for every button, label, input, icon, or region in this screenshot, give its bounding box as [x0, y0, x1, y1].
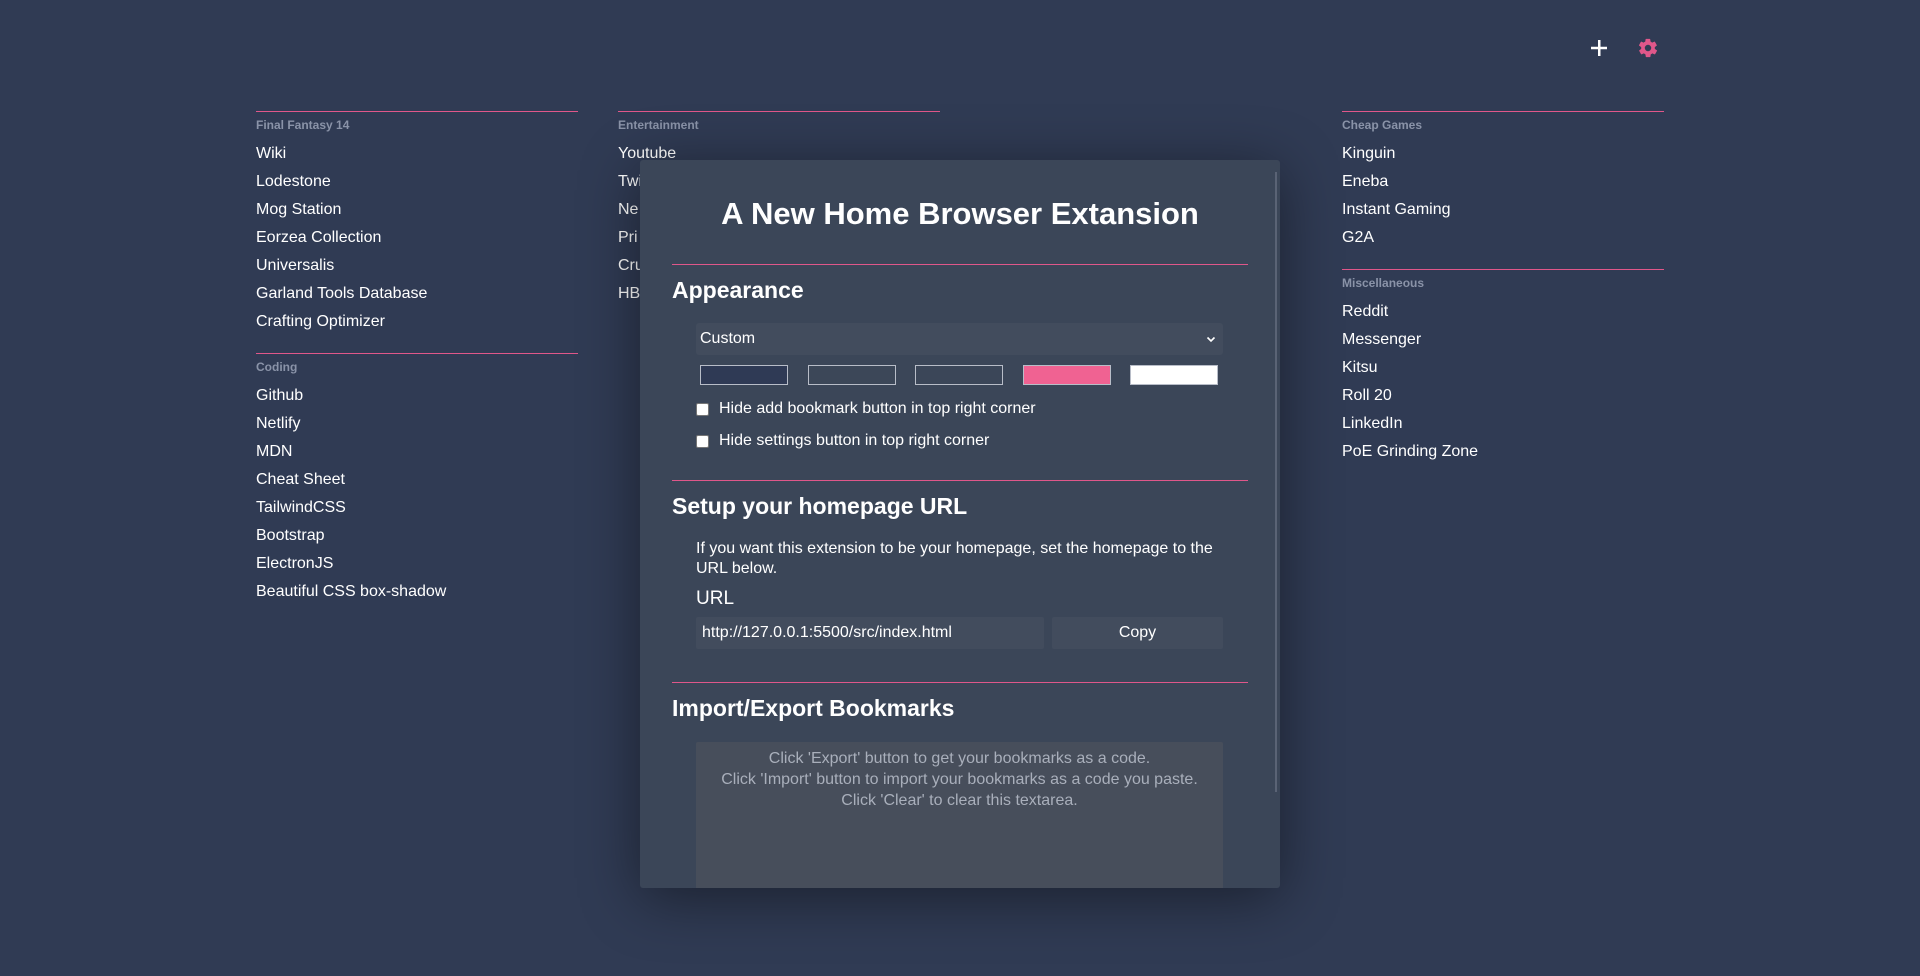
homepage-heading: Setup your homepage URL [672, 493, 968, 519]
bookmark-link[interactable]: Instant Gaming [1342, 196, 1664, 224]
appearance-heading: Appearance [672, 277, 804, 303]
theme-select[interactable]: Custom [696, 323, 1223, 355]
bookmark-link[interactable]: MDN [256, 438, 578, 466]
group-title: Entertainment [618, 118, 699, 132]
bookmarks-code-textarea[interactable]: Click 'Export' button to get your bookma… [696, 742, 1223, 888]
bookmark-link[interactable]: Kinguin [1342, 140, 1664, 168]
modal-scrollbar[interactable] [1275, 172, 1277, 792]
theme-select-value: Custom [700, 330, 756, 347]
bookmark-group: Final Fantasy 14 Wiki Lodestone Mog Stat… [256, 111, 578, 336]
bookmark-link[interactable]: Roll 20 [1342, 382, 1664, 410]
bookmark-link[interactable]: Lodestone [256, 168, 578, 196]
gear-icon [1638, 38, 1658, 58]
bookmark-link[interactable]: Netlify [256, 410, 578, 438]
hide-add-label: Hide add bookmark button in top right co… [719, 400, 1036, 417]
url-label: URL [696, 588, 735, 609]
bookmark-link[interactable]: Mog Station [256, 196, 578, 224]
chevron-down-icon [1206, 336, 1216, 343]
import-export-section: Import/Export Bookmarks Click 'Export' b… [672, 682, 1248, 888]
plus-icon [1591, 40, 1607, 56]
color-swatches [696, 365, 1223, 385]
bookmark-group: Cheap Games Kinguin Eneba Instant Gaming… [1342, 111, 1664, 252]
color-swatch-panel[interactable] [915, 365, 1003, 385]
bookmark-column-right: Cheap Games Kinguin Eneba Instant Gaming… [1342, 111, 1664, 483]
bookmark-group: Coding Github Netlify MDN Cheat Sheet Ta… [256, 353, 578, 606]
bookmark-link[interactable]: Bootstrap [256, 522, 578, 550]
bookmark-link[interactable]: Kitsu [1342, 354, 1664, 382]
group-title: Cheap Games [1342, 118, 1423, 132]
bookmark-link[interactable]: Eorzea Collection [256, 224, 578, 252]
bookmark-link[interactable]: Github [256, 382, 578, 410]
group-title: Final Fantasy 14 [256, 118, 350, 132]
import-export-heading: Import/Export Bookmarks [672, 695, 955, 721]
hide-settings-checkbox[interactable] [696, 434, 709, 448]
color-swatch-background[interactable] [700, 365, 788, 385]
settings-button[interactable] [1634, 34, 1662, 62]
hide-add-checkbox[interactable] [696, 402, 709, 416]
color-swatch-text[interactable] [1130, 365, 1218, 385]
bookmark-link[interactable]: PoE Grinding Zone [1342, 438, 1664, 466]
bookmark-link[interactable]: Messenger [1342, 326, 1664, 354]
hide-settings-option: Hide settings button in top right corner [696, 427, 1223, 455]
bookmark-column-left: Final Fantasy 14 Wiki Lodestone Mog Stat… [256, 111, 578, 623]
modal-title: A New Home Browser Extansion [721, 196, 1199, 231]
homepage-description: If you want this extension to be your ho… [696, 540, 1213, 577]
bookmark-link[interactable]: Wiki [256, 140, 578, 168]
hide-settings-label: Hide settings button in top right corner [719, 432, 990, 449]
bookmark-link[interactable]: Eneba [1342, 168, 1664, 196]
appearance-section: Appearance Custom Hide add bookmark butt… [672, 264, 1248, 480]
url-field[interactable]: http://127.0.0.1:5500/src/index.html [696, 617, 1044, 649]
hide-add-option: Hide add bookmark button in top right co… [696, 395, 1223, 423]
add-bookmark-button[interactable] [1585, 34, 1613, 62]
bookmark-link[interactable]: Crafting Optimizer [256, 308, 578, 336]
textarea-placeholder-line: Click 'Export' button to get your bookma… [768, 750, 1151, 767]
url-row: http://127.0.0.1:5500/src/index.html Cop… [696, 617, 1223, 649]
bookmark-link[interactable]: Beautiful CSS box-shadow [256, 578, 578, 606]
bookmark-link[interactable]: ElectronJS [256, 550, 578, 578]
copy-button[interactable]: Copy [1052, 617, 1223, 649]
bookmark-link[interactable]: Cheat Sheet [256, 466, 578, 494]
textarea-placeholder-line: Click 'Clear' to clear this textarea. [841, 792, 1078, 809]
textarea-placeholder-line: Click 'Import' button to import your boo… [721, 771, 1198, 788]
bookmark-link[interactable]: Garland Tools Database [256, 280, 578, 308]
color-swatch-surface[interactable] [807, 365, 896, 385]
group-title: Coding [256, 360, 298, 374]
bookmark-link[interactable]: Universalis [256, 252, 578, 280]
bookmark-link[interactable]: LinkedIn [1342, 410, 1664, 438]
bookmark-link[interactable]: G2A [1342, 224, 1664, 252]
bookmark-link[interactable]: TailwindCSS [256, 494, 578, 522]
color-swatch-accent[interactable] [1022, 365, 1111, 385]
homepage-section: Setup your homepage URL If you want this… [672, 480, 1248, 682]
group-title: Miscellaneous [1342, 276, 1425, 290]
settings-modal: A New Home Browser Extansion Appearance … [640, 160, 1280, 888]
bookmark-link[interactable]: Reddit [1342, 298, 1664, 326]
bookmark-group: Miscellaneous Reddit Messenger Kitsu Rol… [1342, 269, 1664, 466]
